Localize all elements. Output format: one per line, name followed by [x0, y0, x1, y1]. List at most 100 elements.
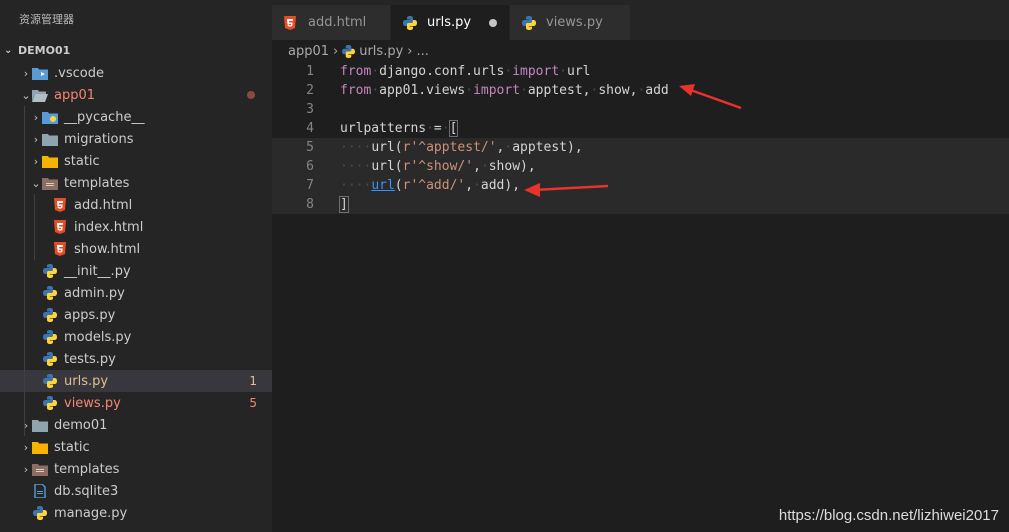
- tree-item[interactable]: › static: [0, 436, 272, 458]
- tree-item-label: urls.py: [64, 373, 109, 389]
- tree-item[interactable]: models.py: [0, 326, 272, 348]
- tree-item[interactable]: › static: [0, 150, 272, 172]
- line-number: 6: [306, 159, 314, 174]
- chevron-down-icon: ⌄: [21, 88, 31, 102]
- code-line[interactable]: 4 urlpatterns·=·[: [272, 119, 1009, 138]
- tree-item-label: manage.py: [54, 505, 128, 521]
- code-text[interactable]: ····url(r'^apptest/',·apptest),: [340, 138, 583, 157]
- indent-guide: [34, 194, 35, 260]
- tree-item[interactable]: tests.py: [0, 348, 272, 370]
- editor-tab-bar: add.html urls.py views.py: [272, 0, 1009, 40]
- templates-folder-icon: [32, 461, 48, 477]
- chevron-down-icon: ⌄: [31, 176, 41, 190]
- chevron-right-icon: ›: [23, 440, 29, 454]
- static-folder-icon: [42, 153, 58, 169]
- tab-urls-py[interactable]: urls.py: [391, 5, 509, 40]
- tree-item-label: __pycache__: [64, 109, 145, 125]
- chevron-right-icon: ›: [407, 43, 413, 59]
- tree-item[interactable]: db.sqlite3: [0, 480, 272, 502]
- code-text[interactable]: ····url(r'^add/',·add),: [340, 176, 520, 195]
- tree-item-label: db.sqlite3: [54, 483, 119, 499]
- breadcrumb: app01 › urls.py › ...: [272, 40, 1009, 62]
- code-line[interactable]: 2 from·app01.views·import·apptest,·show,…: [272, 81, 1009, 100]
- python-folder-icon: [42, 109, 58, 125]
- code-editor[interactable]: 1 from·django.conf.urls·import·url 2 fro…: [272, 62, 1009, 532]
- tree-item-label: templates: [64, 175, 130, 191]
- tree-item[interactable]: ⌄ app01: [0, 84, 272, 106]
- line-number: 1: [306, 64, 314, 79]
- tree-item[interactable]: › __pycache__: [0, 106, 272, 128]
- tree-item[interactable]: index.html: [0, 216, 272, 238]
- tree-item-label: views.py: [64, 395, 121, 411]
- tree-item[interactable]: show.html: [0, 238, 272, 260]
- tree-item[interactable]: › demo01: [0, 414, 272, 436]
- workspace-section-header[interactable]: ⌄ DEMO01: [0, 40, 272, 62]
- line-number: 5: [306, 140, 314, 155]
- code-line[interactable]: 7 ····url(r'^add/',·add),: [272, 176, 1009, 195]
- tree-item-label: static: [64, 153, 100, 169]
- python-file-icon: [403, 15, 419, 31]
- tree-item-label: apps.py: [64, 307, 116, 323]
- tree-item[interactable]: manage.py: [0, 502, 272, 524]
- tree-item-label: __init__.py: [64, 263, 131, 279]
- code-text[interactable]: from·django.conf.urls·import·url: [340, 62, 590, 81]
- tree-item[interactable]: › .vscode: [0, 62, 272, 84]
- line-number: 4: [306, 121, 314, 136]
- tree-item[interactable]: urls.py 1: [0, 370, 272, 392]
- code-line[interactable]: 6 ····url(r'^show/',·show),: [272, 157, 1009, 176]
- breadcrumb-symbol[interactable]: ...: [416, 44, 428, 59]
- breadcrumb-file[interactable]: urls.py: [359, 44, 403, 59]
- python-file-icon: [522, 15, 538, 31]
- tree-item[interactable]: __init__.py: [0, 260, 272, 282]
- tree-item-label: show.html: [74, 241, 141, 257]
- html-file-icon: [52, 241, 68, 257]
- python-file-icon: [42, 329, 58, 345]
- watermark: https://blog.csdn.net/lizhiwei2017: [778, 507, 999, 524]
- tree-item[interactable]: › templates: [0, 458, 272, 480]
- code-line[interactable]: 1 from·django.conf.urls·import·url: [272, 62, 1009, 81]
- tab-label: urls.py: [427, 15, 472, 30]
- tab-add-html[interactable]: add.html: [272, 5, 390, 40]
- code-line[interactable]: 5 ····url(r'^apptest/',·apptest),: [272, 138, 1009, 157]
- explorer-title: 资源管理器: [19, 13, 74, 26]
- code-text[interactable]: from·app01.views·import·apptest,·show,·a…: [340, 81, 669, 100]
- tab-views-py[interactable]: views.py: [510, 5, 630, 40]
- python-file-icon: [42, 395, 58, 411]
- python-file-icon: [342, 44, 356, 58]
- tree-item-label: static: [54, 439, 90, 455]
- modified-dot-icon: [247, 91, 255, 99]
- tree-item-label: .vscode: [54, 65, 104, 81]
- python-file-icon: [32, 505, 48, 521]
- tree-item[interactable]: add.html: [0, 194, 272, 216]
- code-text[interactable]: urlpatterns·=·[: [340, 119, 459, 138]
- code-text[interactable]: ····url(r'^show/',·show),: [340, 157, 536, 176]
- tree-item-label: add.html: [74, 197, 133, 213]
- breadcrumb-folder[interactable]: app01: [288, 44, 329, 59]
- indent-guide: [24, 106, 25, 436]
- code-line[interactable]: 8 ]: [272, 195, 1009, 214]
- tree-item-label: migrations: [64, 131, 134, 147]
- annotation-arrow-icon: [524, 183, 609, 197]
- chevron-right-icon: ›: [33, 110, 39, 124]
- python-file-icon: [42, 263, 58, 279]
- workspace-name: DEMO01: [18, 44, 71, 57]
- database-file-icon: [32, 483, 48, 499]
- tab-label: add.html: [308, 15, 367, 30]
- tree-item-label: index.html: [74, 219, 144, 235]
- line-number: 2: [306, 83, 314, 98]
- line-number: 8: [306, 197, 314, 212]
- annotation-arrow-icon: [679, 84, 742, 110]
- tree-item[interactable]: › migrations: [0, 128, 272, 150]
- tree-item-label: app01: [54, 87, 96, 103]
- code-text[interactable]: ]: [339, 195, 349, 214]
- tree-item[interactable]: views.py 5: [0, 392, 272, 414]
- problem-count-badge: 1: [249, 374, 257, 388]
- tree-item[interactable]: admin.py: [0, 282, 272, 304]
- tree-item[interactable]: ⌄ templates: [0, 172, 272, 194]
- open-folder-icon: [32, 87, 48, 103]
- code-line[interactable]: 3: [272, 100, 1009, 119]
- tree-item-label: demo01: [54, 417, 108, 433]
- unsaved-dot-icon[interactable]: [489, 19, 497, 27]
- tree-item[interactable]: apps.py: [0, 304, 272, 326]
- python-file-icon: [42, 351, 58, 367]
